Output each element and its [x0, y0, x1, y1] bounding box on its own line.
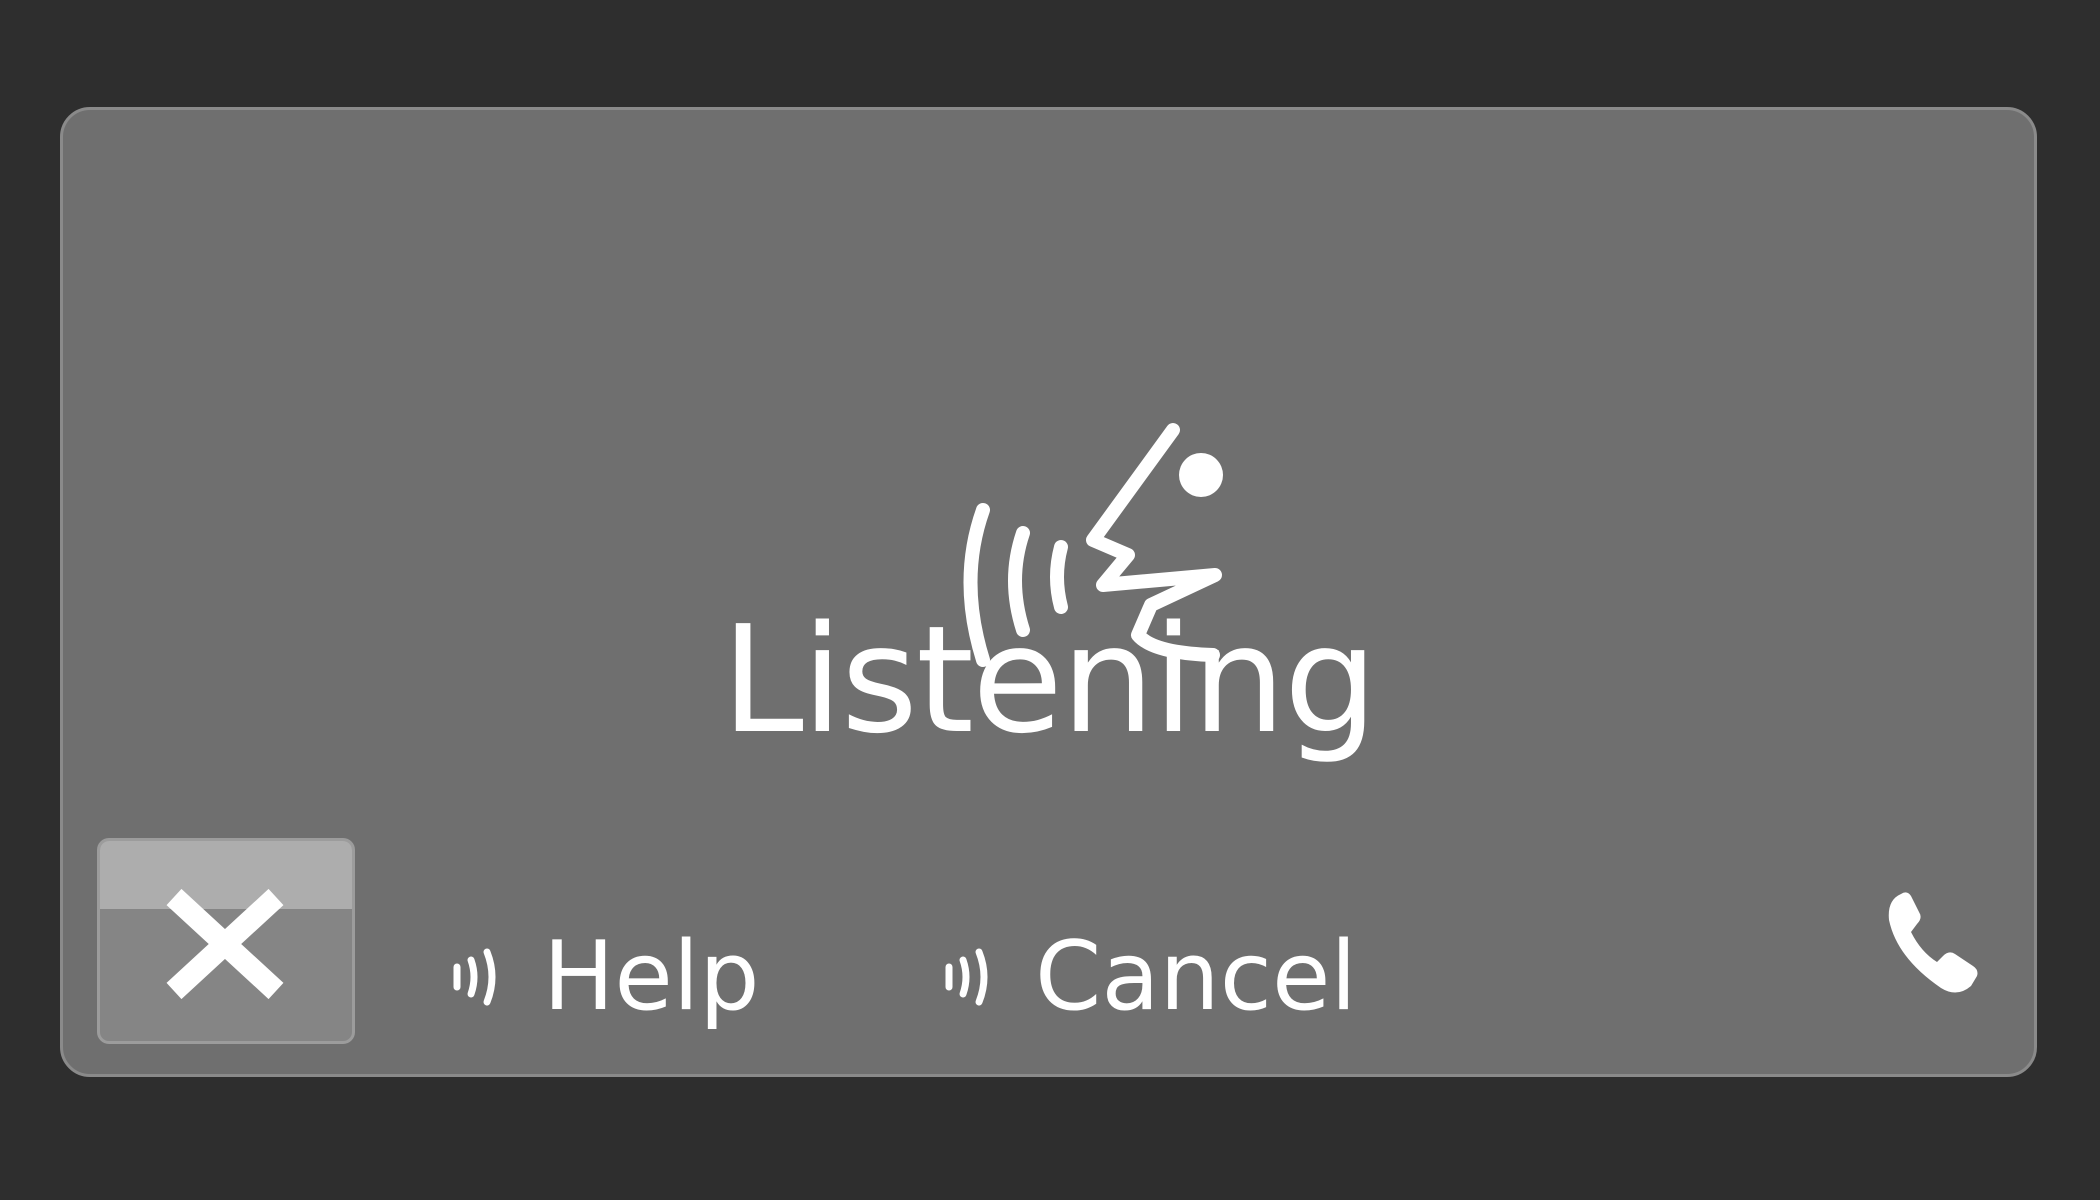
cancel-command[interactable]: Cancel: [941, 922, 1357, 1032]
status-label: Listening: [721, 594, 1377, 766]
speech-waves-icon: [453, 948, 496, 1006]
close-icon: [166, 889, 284, 999]
speech-waves-icon: [945, 948, 988, 1006]
cancel-label: Cancel: [1035, 922, 1357, 1032]
voice-dialog-panel: Listening Help Cancel: [60, 107, 2037, 1077]
help-label: Help: [543, 922, 760, 1032]
phone-icon[interactable]: [1883, 888, 1983, 998]
help-command[interactable]: Help: [449, 922, 760, 1032]
close-button[interactable]: [97, 838, 355, 1044]
